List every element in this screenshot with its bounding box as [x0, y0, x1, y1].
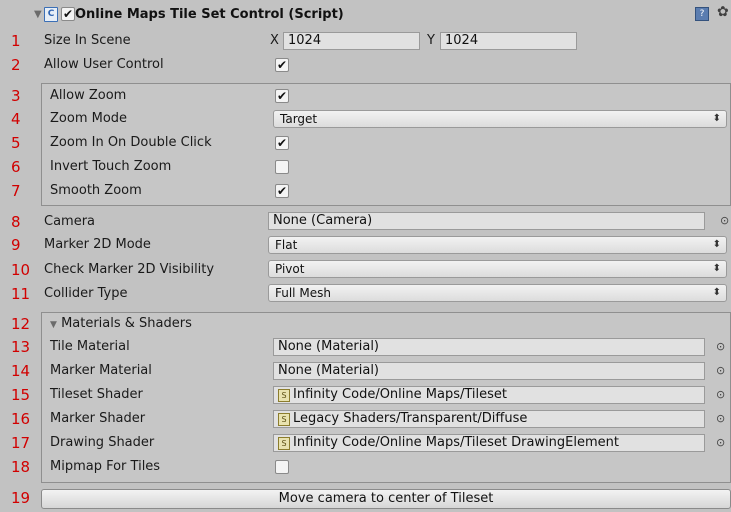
collider-type-dropdown[interactable]: Full Mesh ⬍ — [268, 284, 727, 302]
move-camera-button[interactable]: Move camera to center of Tileset — [41, 489, 731, 509]
camera-label: Camera — [44, 214, 96, 229]
collider-type-value: Full Mesh — [275, 286, 331, 300]
component-header: ▼ C ✔ Online Maps Tile Set Control (Scri… — [0, 0, 731, 28]
size-y-input[interactable]: 1024 — [440, 32, 577, 50]
row-number: 2 — [11, 56, 21, 74]
size-in-scene-label: Size In Scene — [44, 33, 131, 48]
size-x-input[interactable]: 1024 — [283, 32, 420, 50]
dropdown-arrows-icon: ⬍ — [712, 263, 721, 274]
marker-shader-field[interactable]: S Legacy Shaders/Transparent/Diffuse — [273, 410, 705, 428]
row-number: 5 — [11, 134, 21, 152]
shader-icon: S — [278, 388, 290, 402]
row-number: 1 — [11, 32, 21, 50]
drawing-shader-label: Drawing Shader — [50, 435, 155, 450]
fold-arrow-down-icon: ▼ — [50, 320, 57, 330]
row-number: 15 — [11, 386, 31, 404]
row-number: 18 — [11, 458, 31, 476]
shader-icon: S — [278, 412, 290, 426]
tileset-shader-label: Tileset Shader — [50, 387, 143, 402]
dropdown-arrows-icon: ⬍ — [712, 239, 721, 250]
row-number: 4 — [11, 110, 21, 128]
row-number: 3 — [11, 87, 21, 105]
object-picker-icon[interactable]: ⊙ — [716, 436, 725, 449]
zoom-in-on-double-click-checkbox[interactable]: ✔ — [275, 136, 289, 150]
zoom-in-on-double-click-label: Zoom In On Double Click — [50, 135, 212, 150]
help-book-icon[interactable]: ? — [695, 7, 709, 21]
marker-material-label: Marker Material — [50, 363, 152, 378]
drawing-shader-field[interactable]: S Infinity Code/Online Maps/Tileset Draw… — [273, 434, 705, 452]
component-title: Online Maps Tile Set Control (Script) — [75, 7, 344, 22]
zoom-mode-value: Target — [280, 112, 318, 126]
materials-shaders-foldout[interactable]: ▼ Materials & Shaders — [50, 316, 192, 331]
size-x-label: X — [270, 33, 279, 48]
allow-zoom-label: Allow Zoom — [50, 88, 127, 103]
tile-material-label: Tile Material — [50, 339, 130, 354]
zoom-mode-dropdown[interactable]: Target ⬍ — [273, 110, 727, 128]
collider-type-label: Collider Type — [44, 286, 128, 301]
object-picker-icon[interactable]: ⊙ — [720, 214, 729, 227]
row-number: 11 — [11, 285, 31, 303]
row-number: 7 — [11, 182, 21, 200]
camera-object-field[interactable]: None (Camera) — [268, 212, 705, 230]
tileset-shader-field[interactable]: S Infinity Code/Online Maps/Tileset — [273, 386, 705, 404]
check-marker-2d-visibility-value: Pivot — [275, 262, 305, 276]
row-number: 9 — [11, 236, 21, 254]
object-picker-icon[interactable]: ⊙ — [716, 340, 725, 353]
script-icon: C — [44, 7, 58, 22]
invert-touch-zoom-label: Invert Touch Zoom — [50, 159, 172, 174]
row-number: 16 — [11, 410, 31, 428]
zoom-mode-label: Zoom Mode — [50, 111, 128, 126]
marker-material-field[interactable]: None (Material) — [273, 362, 705, 380]
marker-2d-mode-dropdown[interactable]: Flat ⬍ — [268, 236, 727, 254]
tile-material-field[interactable]: None (Material) — [273, 338, 705, 356]
tileset-shader-value: Infinity Code/Online Maps/Tileset — [293, 387, 507, 402]
invert-touch-zoom-checkbox[interactable] — [275, 160, 289, 174]
size-y-label: Y — [427, 33, 435, 48]
gear-icon[interactable]: ✿ — [717, 4, 729, 20]
marker-shader-label: Marker Shader — [50, 411, 146, 426]
marker-2d-mode-label: Marker 2D Mode — [44, 237, 151, 252]
row-number: 8 — [11, 213, 21, 231]
dropdown-arrows-icon: ⬍ — [712, 113, 721, 124]
object-picker-icon[interactable]: ⊙ — [716, 364, 725, 377]
fold-arrow-down-icon[interactable]: ▼ — [34, 9, 42, 20]
row-number: 13 — [11, 338, 31, 356]
allow-user-control-checkbox[interactable]: ✔ — [275, 58, 289, 72]
marker-shader-value: Legacy Shaders/Transparent/Diffuse — [293, 411, 528, 426]
shader-icon: S — [278, 436, 290, 450]
marker-2d-mode-value: Flat — [275, 238, 298, 252]
materials-shaders-label: Materials & Shaders — [61, 316, 192, 331]
dropdown-arrows-icon: ⬍ — [712, 287, 721, 298]
check-marker-2d-visibility-dropdown[interactable]: Pivot ⬍ — [268, 260, 727, 278]
row-number: 14 — [11, 362, 31, 380]
row-number: 17 — [11, 434, 31, 452]
row-number: 19 — [11, 489, 31, 507]
mipmap-for-tiles-label: Mipmap For Tiles — [50, 459, 161, 474]
object-picker-icon[interactable]: ⊙ — [716, 412, 725, 425]
check-marker-2d-visibility-label: Check Marker 2D Visibility — [44, 262, 215, 277]
smooth-zoom-label: Smooth Zoom — [50, 183, 142, 198]
object-picker-icon[interactable]: ⊙ — [716, 388, 725, 401]
smooth-zoom-checkbox[interactable]: ✔ — [275, 184, 289, 198]
row-number: 6 — [11, 158, 21, 176]
drawing-shader-value: Infinity Code/Online Maps/Tileset Drawin… — [293, 435, 619, 450]
row-number: 10 — [11, 261, 31, 279]
allow-zoom-checkbox[interactable]: ✔ — [275, 89, 289, 103]
mipmap-for-tiles-checkbox[interactable] — [275, 460, 289, 474]
component-enabled-checkbox[interactable]: ✔ — [61, 7, 75, 21]
allow-user-control-label: Allow User Control — [44, 57, 164, 72]
row-number: 12 — [11, 315, 31, 333]
